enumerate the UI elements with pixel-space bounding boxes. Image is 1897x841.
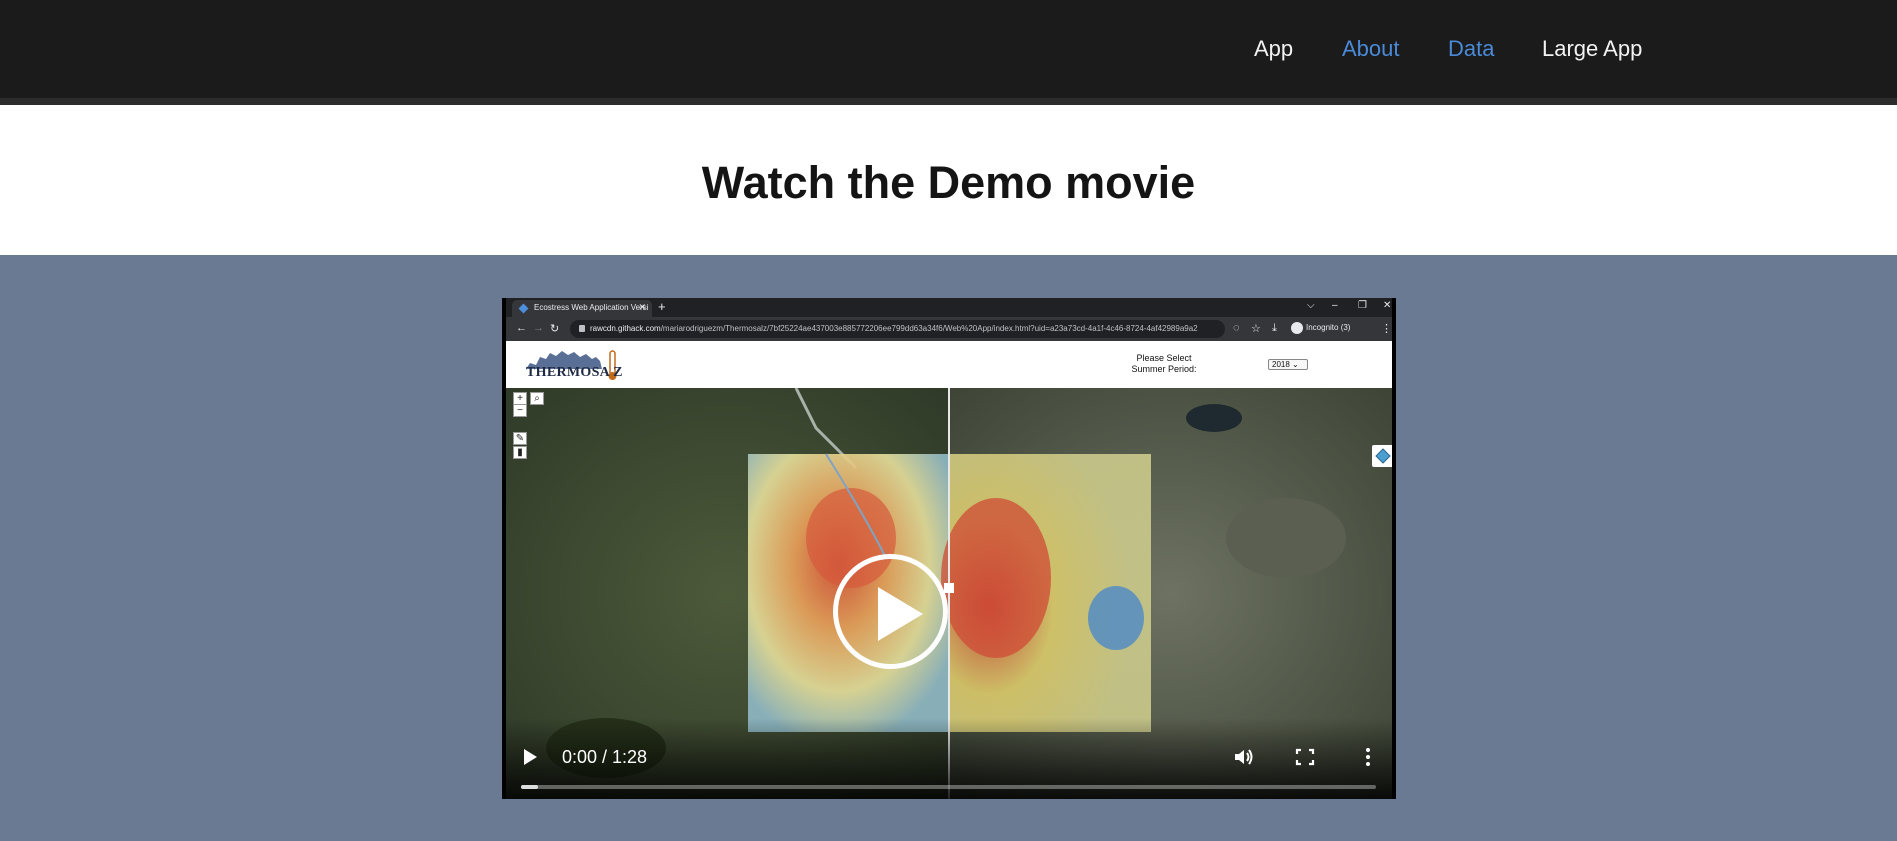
- nav-link-large-app[interactable]: Large App: [1542, 36, 1642, 62]
- zoom-out-button: −: [513, 404, 527, 417]
- video-browser-tab-title: Ecostress Web Application Versi: [534, 303, 649, 312]
- incognito-icon: [1291, 322, 1303, 334]
- eye-off-icon: ◌: [1233, 322, 1240, 334]
- bookmark-icon: ▮: [513, 446, 527, 459]
- close-icon: ✕: [638, 302, 646, 312]
- plus-icon: +: [658, 299, 666, 314]
- back-arrow-icon: ←: [516, 322, 527, 334]
- video-app-header: THERMOSA Z Please Select Summer Period: …: [506, 341, 1392, 388]
- incognito-label: Incognito (3): [1306, 323, 1351, 332]
- video-controls: 0:00 / 1:28: [502, 718, 1396, 799]
- nav-link-app[interactable]: App: [1254, 36, 1293, 62]
- video-browser-tabbar: Ecostress Web Application Versi ✕ + ⌵ – …: [506, 298, 1392, 317]
- play-button[interactable]: [524, 749, 537, 765]
- navbar-divider: [0, 98, 1897, 105]
- summer-period-select: 2018 ⌄: [1268, 359, 1308, 370]
- search-icon: ⌕: [530, 392, 544, 405]
- more-vert-icon: ⋮: [1381, 323, 1392, 335]
- nav-link-about[interactable]: About: [1342, 36, 1400, 62]
- video-browser-url: rawcdn.githack.com/mariarodriguezm/Therm…: [570, 320, 1225, 338]
- play-icon: [878, 587, 923, 641]
- close-icon: ✕: [1383, 300, 1392, 311]
- minimize-icon: –: [1332, 300, 1338, 311]
- video-browser-addressbar: ← → ↻ rawcdn.githack.com/mariarodriguezm…: [506, 317, 1392, 341]
- demo-video-player[interactable]: Ecostress Web Application Versi ✕ + ⌵ – …: [502, 298, 1396, 799]
- fullscreen-icon[interactable]: [1294, 747, 1316, 767]
- download-icon: ⤓: [1272, 322, 1277, 334]
- star-icon: ☆: [1251, 323, 1261, 335]
- big-play-button[interactable]: [833, 554, 948, 669]
- draw-tool-icon: ✎: [513, 432, 527, 445]
- app-favicon-icon: [518, 303, 529, 314]
- video-time: 0:00 / 1:28: [562, 747, 648, 767]
- hero-section: Watch the Demo movie: [0, 105, 1897, 255]
- more-options-icon[interactable]: [1357, 747, 1379, 767]
- volume-icon[interactable]: [1233, 747, 1255, 767]
- url-host: rawcdn.githack.com: [590, 324, 661, 333]
- lock-icon: [579, 325, 585, 332]
- video-browser-tab: Ecostress Web Application Versi ✕: [512, 300, 652, 317]
- video-progress-bar[interactable]: [521, 785, 1376, 789]
- url-path: /mariarodriguezm/Thermosalz/7bf25224ae43…: [660, 324, 1198, 333]
- maximize-icon: ❐: [1358, 300, 1367, 311]
- chevron-down-icon: ⌵: [1307, 300, 1315, 311]
- top-navbar: App About Data Large App: [0, 0, 1897, 98]
- summer-period-label: Please Select Summer Period:: [1131, 353, 1197, 374]
- forward-arrow-icon: →: [533, 322, 544, 334]
- nav-link-data[interactable]: Data: [1448, 36, 1494, 62]
- app-logo-text: THERMOSA Z: [526, 365, 623, 380]
- page-title: Watch the Demo movie: [701, 157, 1196, 208]
- video-progress-fill: [521, 785, 539, 789]
- layers-icon: [1372, 445, 1392, 467]
- reload-icon: ↻: [550, 323, 560, 335]
